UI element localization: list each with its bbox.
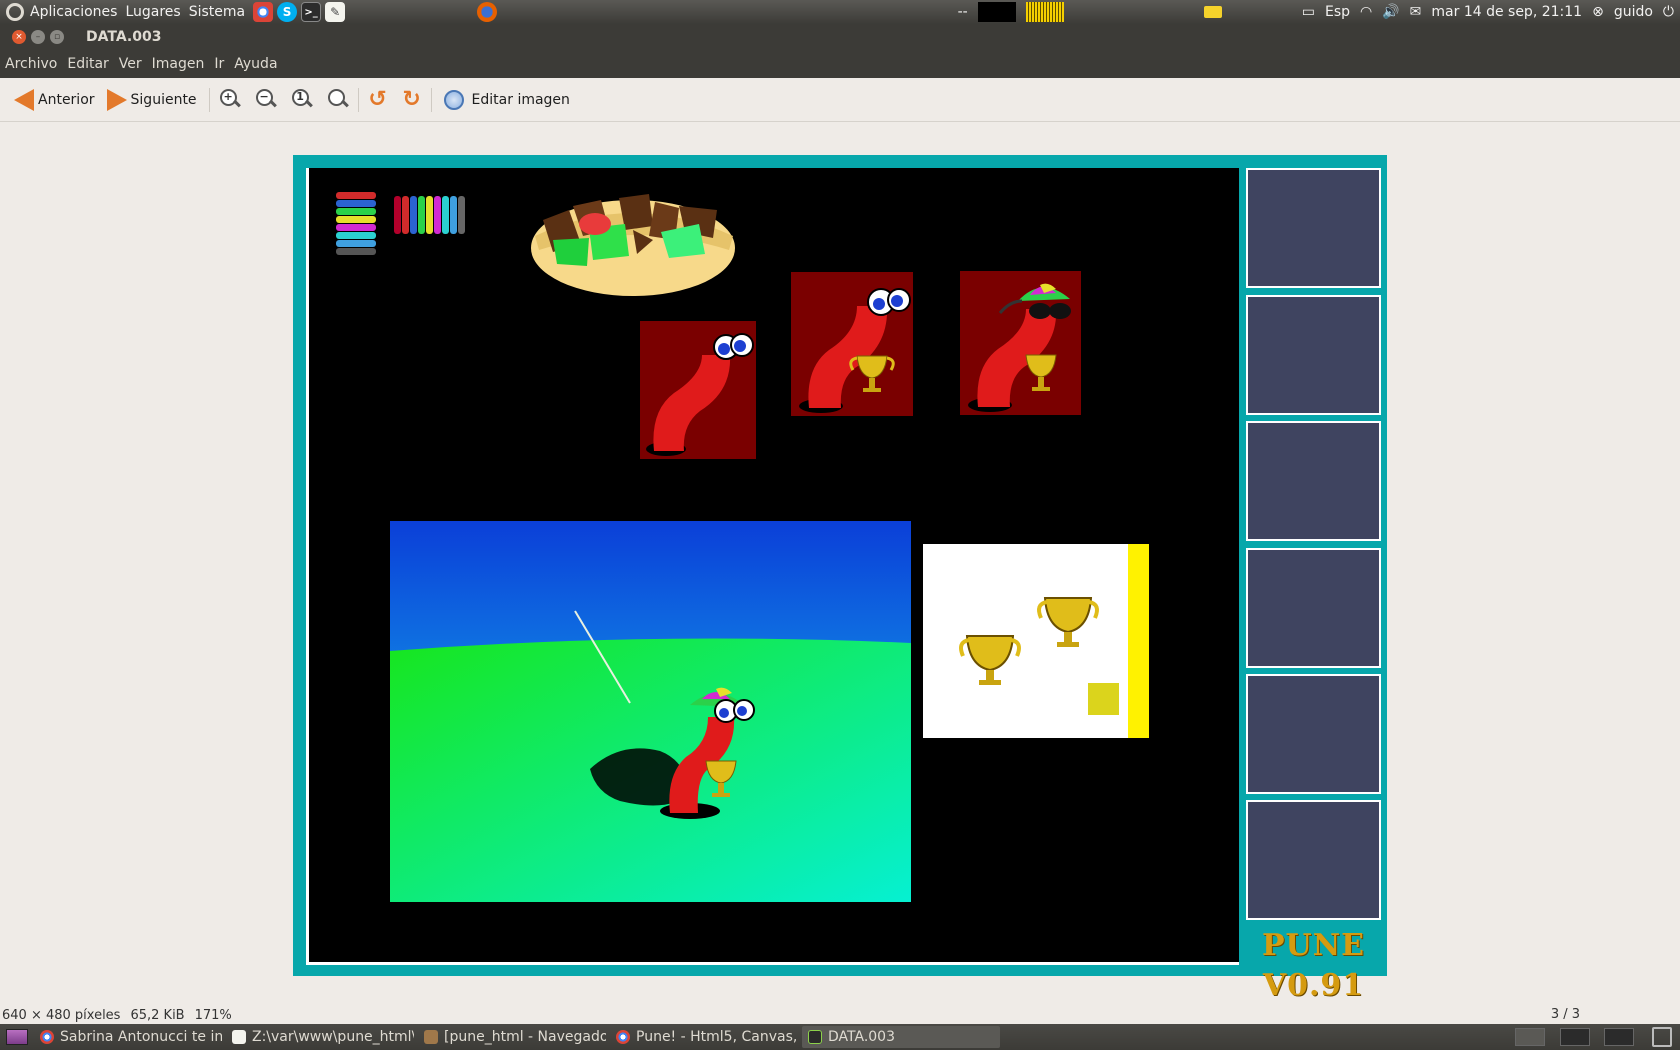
edit-image-icon [443,89,464,110]
image-viewer-icon [808,1030,822,1044]
taskbar: Sabrina Antonucci te in... Z:\var\www\pu… [0,1024,1680,1050]
edit-image-label: Editar imagen [471,91,570,108]
trophy-panel [923,544,1149,738]
inventory-slot [1246,168,1381,288]
top-panel: Aplicaciones Lugares Sistema S >_ ✎ -- ▭… [0,0,1680,24]
toolbar: Anterior Siguiente + − 1 ↺ ↻ Editar imag… [0,78,1680,122]
image-viewport[interactable]: PUNE V0.91 [0,122,1680,1007]
keyboard-layout[interactable]: Esp [1325,4,1350,20]
task-chrome-sabrina[interactable]: Sabrina Antonucci te in... [34,1026,222,1048]
network-monitor-graph[interactable] [1025,2,1064,22]
worm-trophy-sprite [791,272,913,416]
window-title-bar[interactable]: × – ▫ DATA.003 [0,24,1680,50]
inventory-slot [1246,421,1381,541]
menu-archivo[interactable]: Archivo [0,56,62,72]
workspace-switcher-3[interactable] [1604,1028,1634,1046]
inventory-panel: PUNE V0.91 [1246,168,1381,1003]
terminal-launcher-icon[interactable]: >_ [301,2,322,22]
zoom-level: 171% [194,1008,232,1023]
task-chrome-pune[interactable]: Pune! - Html5, Canvas, ... [610,1026,798,1048]
menu-ver[interactable]: Ver [114,56,147,72]
firefox-launcher-icon[interactable] [477,2,498,22]
zoom-normal-icon[interactable]: 1 [288,86,316,114]
menu-bar: Archivo Editar Ver Imagen Ir Ayuda [0,50,1680,78]
menu-imagen[interactable]: Imagen [147,56,210,72]
user-name[interactable]: guido [1614,4,1653,20]
rotate-right-icon[interactable]: ↻ [399,87,425,113]
previous-label: Anterior [38,91,95,108]
toolbar-separator [430,87,432,112]
trash-icon[interactable] [1652,1027,1672,1047]
next-label: Siguiente [130,91,197,108]
arrow-right-icon [106,88,127,111]
edit-image-button[interactable]: Editar imagen [438,86,576,114]
cpu-monitor-graph[interactable] [977,2,1016,22]
mail-notifier-icon[interactable] [1203,6,1222,18]
text-editor-launcher-icon[interactable]: ✎ [325,2,346,22]
task-file-browser[interactable]: [pune_html - Navegado... [418,1026,606,1048]
volume-icon[interactable]: 🔊 [1382,4,1399,20]
toolbar-separator [208,87,210,112]
inventory-slot [1246,548,1381,668]
close-window-icon[interactable]: × [12,30,26,44]
task-label: Sabrina Antonucci te in... [60,1029,222,1045]
panel-separator: -- [957,4,968,20]
window-title: DATA.003 [86,29,162,45]
menu-aplicaciones[interactable]: Aplicaciones [30,4,125,20]
menu-editar[interactable]: Editar [62,56,113,72]
worm-sprite-plain [640,321,756,459]
worm-cap-sunglasses-sprite [960,271,1081,415]
text-editor-icon [232,1030,246,1044]
ubuntu-logo-icon[interactable] [6,3,24,21]
skype-launcher-icon[interactable]: S [277,2,298,22]
clock[interactable]: mar 14 de sep, 21:11 [1431,4,1582,20]
menu-sistema[interactable]: Sistema [189,4,253,20]
wifi-icon[interactable]: ◠ [1360,4,1372,20]
game-version-label: PUNE V0.91 [1261,928,1365,1003]
salad-bowl-sprite [531,194,735,296]
task-label: [pune_html - Navegado... [444,1029,606,1045]
inventory-slot [1246,800,1381,920]
game-screenshot: PUNE V0.91 [293,155,1387,1003]
rotate-left-icon[interactable]: ↺ [365,87,391,113]
user-status-icon[interactable]: ⊗ [1592,4,1604,20]
task-text-editor[interactable]: Z:\var\www\pune_html\... [226,1026,414,1048]
workspace-switcher-2[interactable] [1560,1028,1590,1046]
menu-ir[interactable]: Ir [209,56,229,72]
chrome-icon [616,1030,630,1044]
task-label: DATA.003 [828,1029,895,1045]
zoom-fit-icon[interactable] [324,86,352,114]
workspace-switcher-1[interactable] [1515,1028,1545,1046]
mail-icon[interactable]: ✉ [1410,4,1422,20]
task-image-viewer[interactable]: DATA.003 [802,1026,1000,1048]
inventory-slot [1246,295,1381,415]
inventory-slot [1246,674,1381,794]
previous-button[interactable]: Anterior [8,85,101,115]
file-size: 65,2 KiB [130,1008,185,1023]
task-label: Pune! - Html5, Canvas, ... [636,1029,798,1045]
menu-ayuda[interactable]: Ayuda [229,56,282,72]
task-label: Z:\var\www\pune_html\... [252,1029,414,1045]
display-icon[interactable]: ▭ [1302,4,1315,20]
arrow-left-icon [14,88,34,111]
file-browser-icon [424,1030,438,1044]
maximize-window-icon[interactable]: ▫ [50,30,64,44]
show-desktop-icon[interactable] [6,1029,28,1045]
chrome-launcher-icon[interactable] [253,2,274,22]
crayons-sprite [394,196,465,234]
color-stripes-sprite [336,192,376,255]
menu-lugares[interactable]: Lugares [125,4,188,20]
game-scene [390,521,911,902]
minimize-window-icon[interactable]: – [31,30,45,44]
next-button[interactable]: Siguiente [101,85,203,115]
image-counter: 3 / 3 [1550,1007,1580,1022]
zoom-in-icon[interactable]: + [216,86,244,114]
image-dimensions: 640 × 480 píxeles [2,1008,121,1023]
status-bar: 640 × 480 píxeles 65,2 KiB 171% 3 / 3 [0,1007,1680,1024]
chrome-icon [40,1030,54,1044]
zoom-out-icon[interactable]: − [252,86,280,114]
play-field [306,168,1239,965]
toolbar-separator [357,87,359,112]
power-icon[interactable]: ⏻ [1663,4,1674,20]
